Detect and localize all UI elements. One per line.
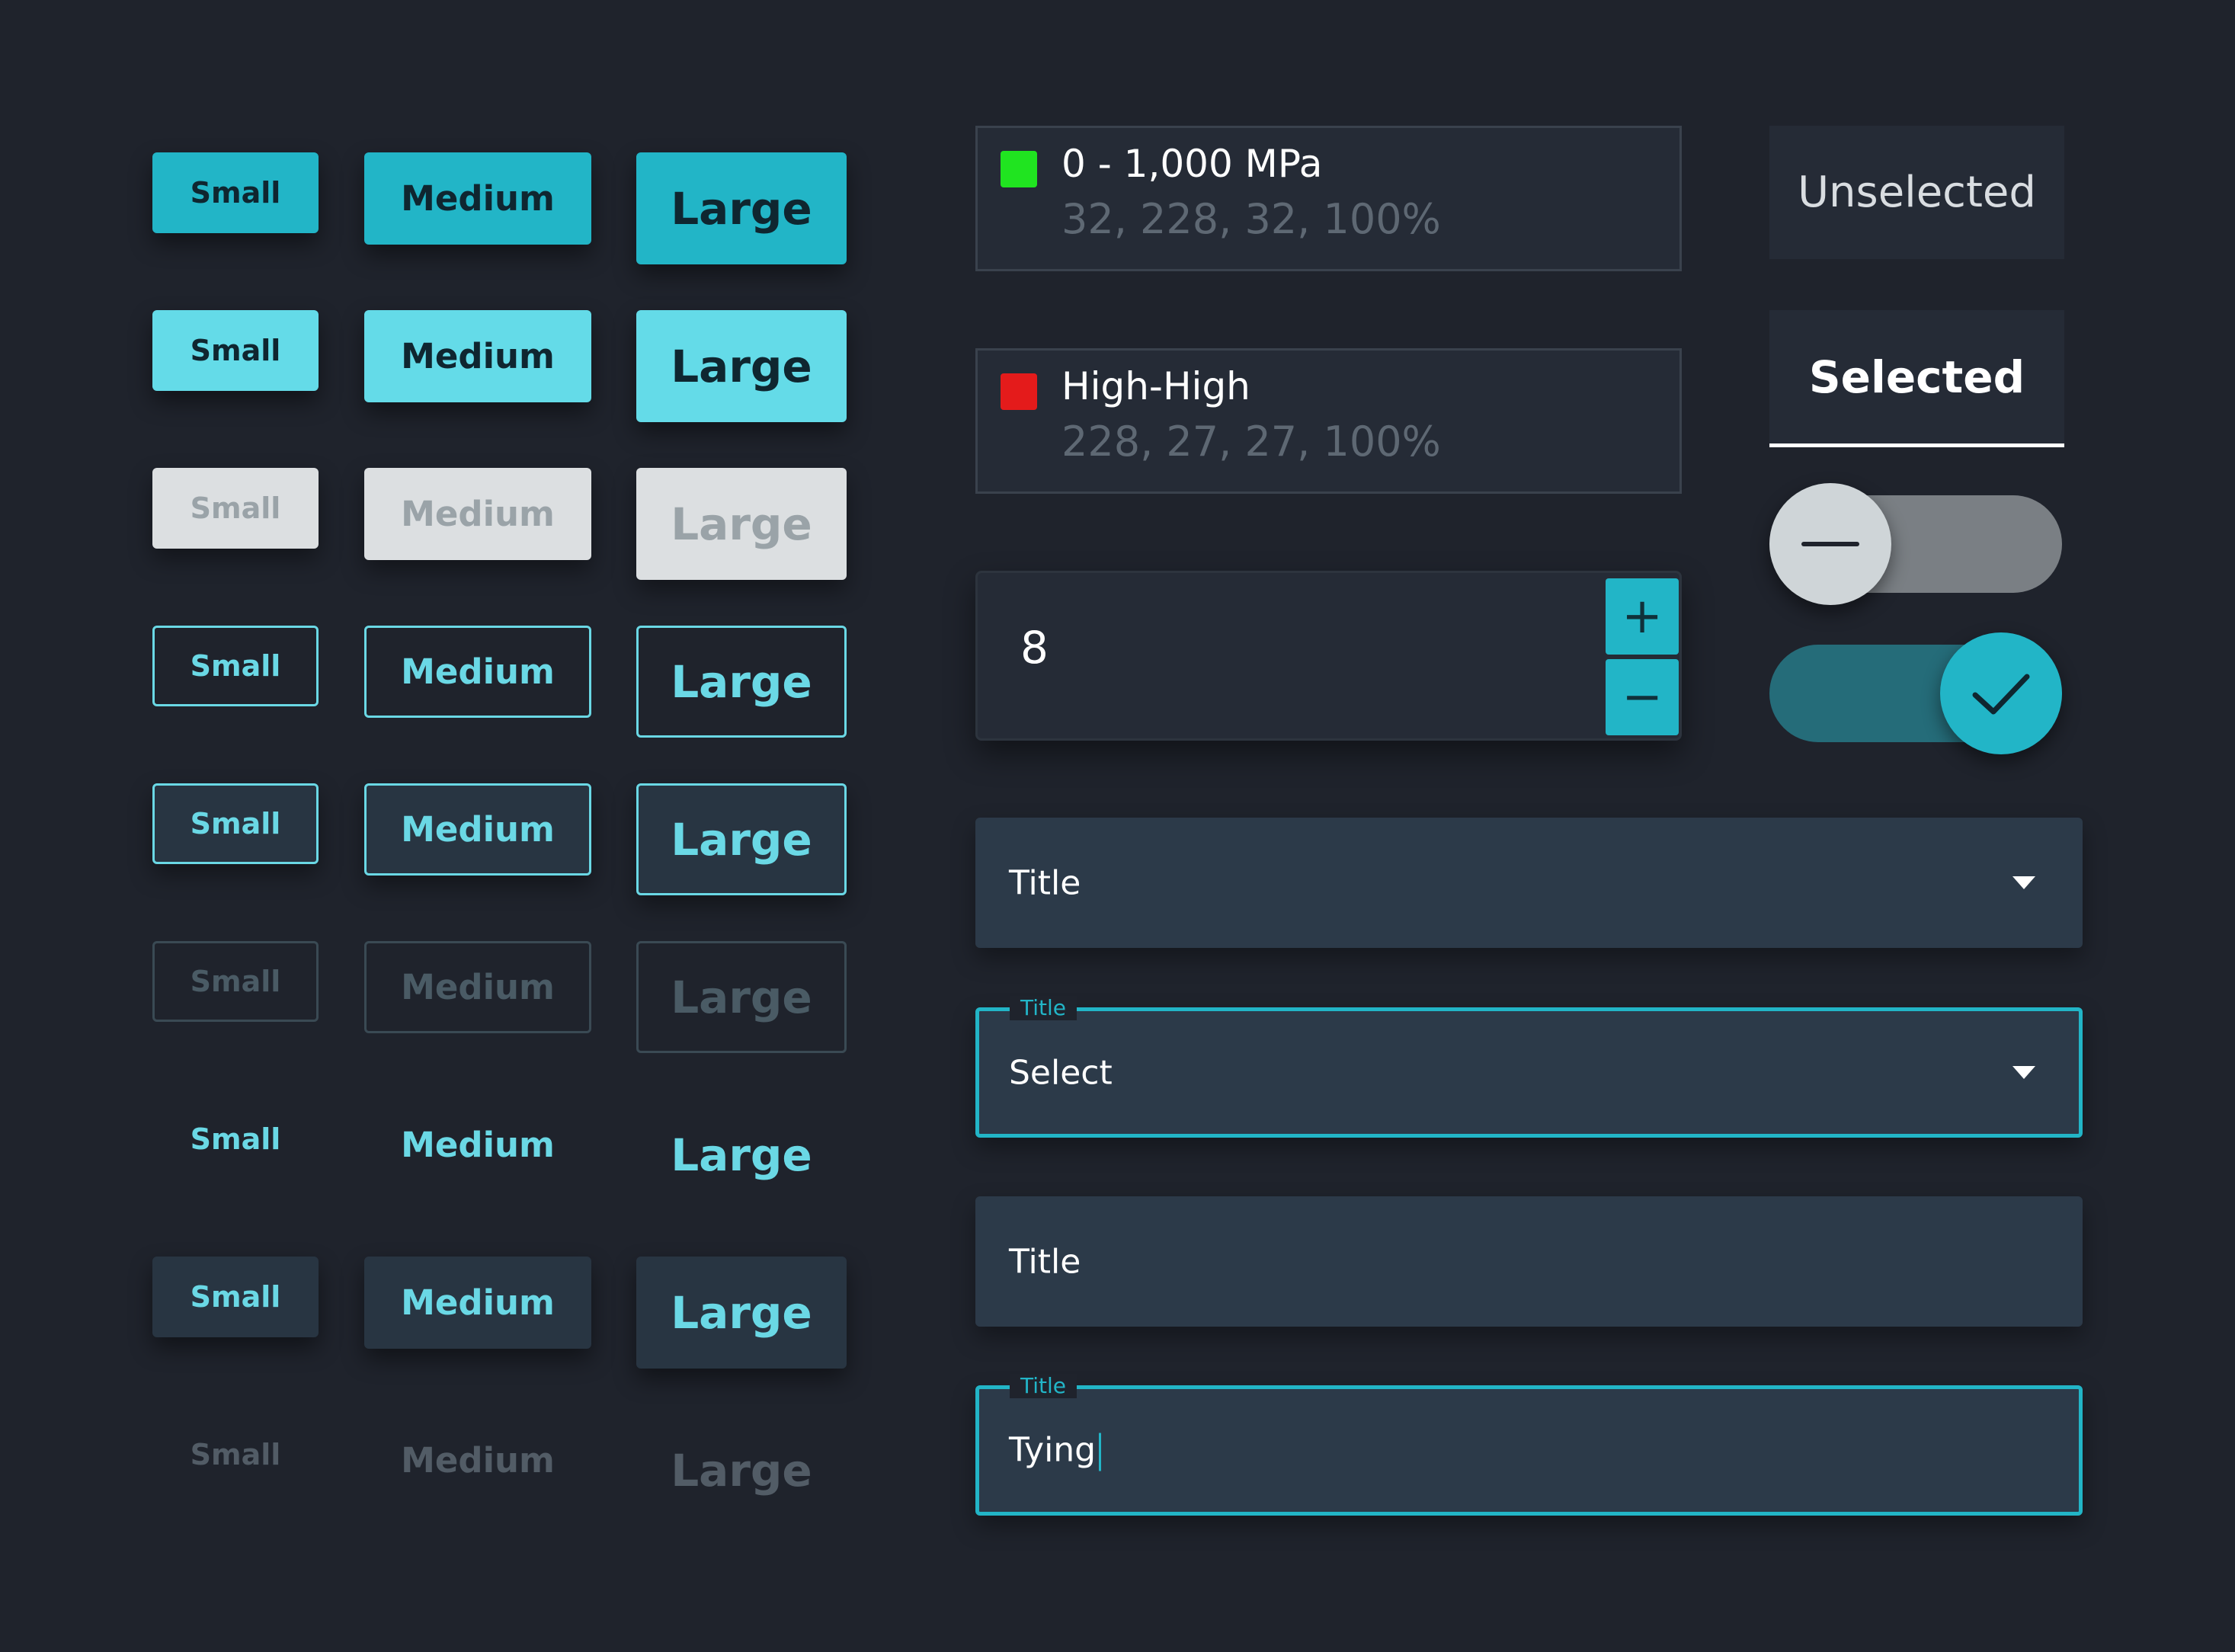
primary-disabled-large-button: Large — [636, 468, 847, 580]
primary-disabled-small-button: Small — [152, 468, 319, 549]
chevron-down-icon — [2012, 1065, 2035, 1079]
input-value: Tying — [1009, 1430, 1097, 1469]
outline-small-button[interactable]: Small — [152, 626, 319, 706]
input-floating-label: Title — [1010, 1374, 1077, 1398]
outline-large-button[interactable]: Large — [636, 626, 847, 738]
text-disabled-medium-button: Medium — [401, 1440, 555, 1481]
minus-icon — [1801, 542, 1859, 546]
primary-large-button[interactable]: Large — [636, 152, 847, 264]
toggle-on-knob[interactable] — [1940, 632, 2062, 754]
outline-medium-button[interactable]: Medium — [364, 626, 591, 718]
outline-hover-small-button[interactable]: Small — [152, 783, 319, 864]
primary-hover-large-button[interactable]: Large — [636, 310, 847, 422]
legend-value: 228, 27, 27, 100% — [1061, 418, 1441, 466]
check-icon — [1972, 674, 2030, 715]
text-input[interactable]: Title — [975, 1196, 2083, 1327]
red-swatch — [1001, 373, 1037, 410]
text-medium-button[interactable]: Medium — [364, 1099, 591, 1191]
select-placeholder: Title — [1009, 863, 1081, 902]
text-small-button[interactable]: Small — [152, 1099, 319, 1180]
primary-medium-button[interactable]: Medium — [364, 152, 591, 245]
tab-unselected[interactable]: Unselected — [1769, 126, 2064, 259]
increment-button[interactable]: + — [1606, 578, 1679, 655]
text-large-button[interactable]: Large — [636, 1099, 847, 1211]
text-cursor — [1099, 1433, 1102, 1471]
primary-disabled-medium-button: Medium — [364, 468, 591, 560]
minus-icon: − — [1622, 669, 1663, 725]
text-input-focused[interactable]: Title Tying — [975, 1374, 2083, 1516]
chevron-down-icon — [2012, 876, 2035, 889]
outline-hover-large-button[interactable]: Large — [636, 783, 847, 895]
legend-label: 0 - 1,000 MPa — [1061, 142, 1323, 186]
legend-item-pressure-range: 0 - 1,000 MPa 32, 228, 32, 100% — [975, 126, 1682, 271]
legend-label: High-High — [1061, 364, 1250, 408]
plus-icon: + — [1622, 588, 1663, 645]
decrement-button[interactable]: − — [1606, 659, 1679, 735]
text-hover-large-button[interactable]: Large — [636, 1257, 847, 1369]
input-value-wrap: Tying — [1009, 1430, 1102, 1471]
number-stepper: 8 + − — [975, 571, 1682, 741]
select-value: Select — [1009, 1053, 1113, 1092]
select-dropdown[interactable]: Title — [975, 818, 2083, 948]
legend-item-high-high: High-High 228, 27, 27, 100% — [975, 348, 1682, 494]
select-dropdown-focused[interactable]: Title Select — [975, 996, 2083, 1138]
stepper-value[interactable]: 8 — [1020, 622, 1049, 674]
tab-selected[interactable]: Selected — [1769, 310, 2064, 447]
select-floating-label: Title — [1010, 996, 1077, 1020]
outline-hover-medium-button[interactable]: Medium — [364, 783, 591, 876]
text-hover-medium-button[interactable]: Medium — [364, 1257, 591, 1349]
tab-label: Unselected — [1798, 168, 2036, 217]
primary-hover-small-button[interactable]: Small — [152, 310, 319, 391]
tab-label: Selected — [1808, 351, 2025, 403]
text-disabled-small-button: Small — [190, 1438, 281, 1471]
legend-value: 32, 228, 32, 100% — [1061, 195, 1441, 243]
primary-small-button[interactable]: Small — [152, 152, 319, 233]
input-placeholder: Title — [1009, 1242, 1081, 1281]
toggle-off-knob[interactable] — [1769, 483, 1891, 605]
outline-disabled-large-button: Large — [636, 941, 847, 1053]
outline-disabled-medium-button: Medium — [364, 941, 591, 1033]
text-disabled-large-button: Large — [671, 1444, 812, 1497]
text-hover-small-button[interactable]: Small — [152, 1257, 319, 1337]
primary-hover-medium-button[interactable]: Medium — [364, 310, 591, 402]
outline-disabled-small-button: Small — [152, 941, 319, 1022]
green-swatch — [1001, 151, 1037, 187]
